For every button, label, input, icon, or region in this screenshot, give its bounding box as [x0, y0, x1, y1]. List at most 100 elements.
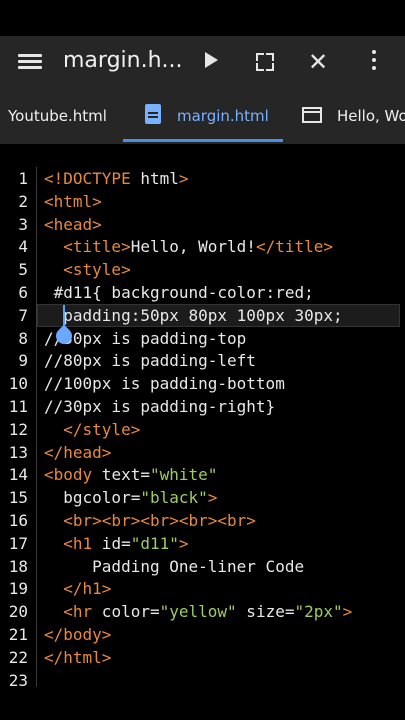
code-line: <hr color="yellow" size="2px">	[44, 601, 352, 624]
code-line: </style>	[44, 419, 140, 442]
code-token: >	[207, 488, 218, 508]
code-token: <html>	[44, 191, 102, 211]
line-number: 12	[8, 419, 28, 439]
code-line: padding:50px 80px 100px 30px;	[44, 305, 343, 328]
code-token: text=	[92, 465, 150, 485]
code-line: <head>	[44, 214, 102, 237]
line-number: 2	[18, 191, 28, 211]
code-token: <body	[44, 465, 93, 485]
line-number: 19	[8, 579, 28, 599]
code-token: "black"	[140, 488, 208, 508]
code-line: <br><br><br><br><br>	[44, 510, 256, 533]
tab-margin[interactable]: margin.html	[177, 90, 269, 144]
code-token: <title>	[63, 237, 131, 257]
line-number: 15	[8, 488, 28, 508]
code-token: "2px"	[294, 602, 343, 622]
code-token: </title>	[255, 237, 333, 257]
code-line: bgcolor="black">	[44, 487, 217, 510]
code-token: <head>	[44, 214, 102, 234]
code-line: </h1>	[44, 578, 111, 601]
code-token: </body>	[44, 625, 112, 644]
tab-bar: Youtube.html margin.html Hello, Wo	[0, 90, 405, 144]
tab-hello[interactable]: Hello, Wo	[337, 90, 405, 144]
line-number: 3	[18, 214, 28, 234]
line-number: 9	[18, 351, 28, 371]
code-token: >	[342, 602, 353, 622]
line-number: 6	[18, 283, 28, 302]
line-number: 10	[8, 374, 28, 394]
code-token: </h1>	[63, 579, 112, 599]
code-token: //80px is padding-left	[44, 351, 256, 371]
code-token: <!DOCTYPE	[44, 169, 131, 188]
code-token: <hr	[63, 602, 93, 622]
app-toolbar: margin.h... ✕	[0, 36, 405, 90]
code-token: //100px is padding-bottom	[44, 374, 285, 394]
window-icon	[302, 107, 322, 123]
code-token: </html>	[44, 647, 112, 667]
code-line: //80px is padding-left	[44, 350, 256, 373]
code-token: //50px is padding-top	[44, 328, 247, 348]
play-icon[interactable]	[205, 52, 218, 68]
code-line: </head>	[44, 442, 111, 465]
code-token: Padding One-liner Code	[44, 556, 305, 576]
code-token: </style>	[63, 419, 141, 439]
code-line: </html>	[44, 647, 111, 670]
line-number: 17	[8, 533, 28, 553]
document-title: margin.h...	[63, 48, 183, 73]
fullscreen-icon[interactable]	[256, 53, 274, 71]
code-token: bgcolor=	[44, 488, 141, 508]
code-token: color=	[92, 602, 160, 622]
code-line: <title>Hello, World!</title>	[44, 236, 333, 259]
code-token: //30px is padding-right}	[44, 397, 276, 416]
line-number: 4	[18, 237, 28, 257]
code-token: </head>	[44, 442, 112, 462]
line-number: 22	[8, 647, 28, 667]
code-line: #d11{ background-color:red;	[44, 282, 314, 305]
code-token: <h1	[63, 533, 93, 553]
line-number: 21	[8, 625, 28, 644]
line-number: 20	[8, 602, 28, 622]
code-line: //100px is padding-bottom	[44, 373, 285, 396]
gutter-divider	[36, 167, 37, 687]
code-line: Padding One-liner Code	[44, 556, 304, 579]
active-tab-indicator	[123, 139, 283, 142]
close-icon[interactable]: ✕	[308, 50, 328, 74]
code-token: id=	[92, 533, 131, 553]
code-line: <h1 id="d11">	[44, 533, 189, 556]
code-line: <body text="white"	[44, 464, 217, 487]
code-line: <html>	[44, 191, 102, 214]
line-number: 1	[18, 169, 28, 188]
line-number: 5	[18, 260, 28, 280]
code-token: "yellow"	[159, 602, 237, 622]
tab-youtube[interactable]: Youtube.html	[8, 90, 107, 144]
code-editor[interactable]: 1 2 3 4 5 6 7 8 9 10 11 12 13 14 15 16 17 18 19 20 21 22 23 <!…	[0, 167, 405, 690]
line-number: 13	[8, 442, 28, 462]
line-number: 16	[8, 511, 28, 530]
code-token: >	[178, 533, 189, 553]
code-line: //30px is padding-right}	[44, 396, 275, 419]
code-line: //50px is padding-top	[44, 328, 246, 351]
menu-icon[interactable]	[18, 51, 42, 75]
code-token: "white"	[149, 465, 218, 485]
code-token: padding:50px 80px 100px 30px;	[44, 305, 343, 325]
code-token: <br><br><br><br><br>	[63, 511, 256, 530]
code-line: <style>	[44, 259, 130, 282]
line-number: 18	[8, 556, 28, 576]
line-number: 8	[18, 328, 28, 348]
code-token: size=	[236, 602, 295, 622]
code-token: html	[130, 169, 179, 188]
code-token: "d11"	[130, 533, 179, 553]
code-line: <!DOCTYPE html>	[44, 168, 189, 191]
line-number: 23	[8, 670, 28, 690]
more-vert-icon[interactable]	[364, 50, 384, 76]
line-number: 14	[8, 465, 28, 485]
line-number: 11	[8, 397, 28, 416]
file-icon	[145, 104, 161, 124]
